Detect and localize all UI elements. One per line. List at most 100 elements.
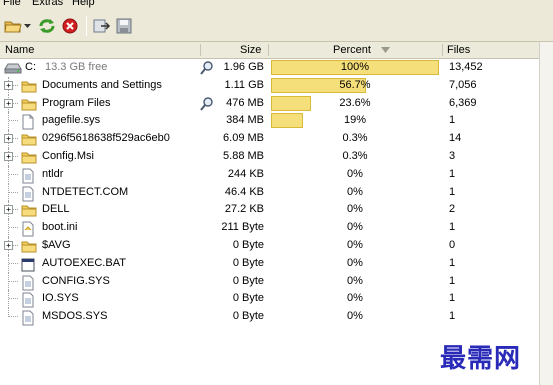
item-name[interactable]: Documents and Settings xyxy=(42,79,162,91)
item-name[interactable]: ntldr xyxy=(42,168,63,180)
menu-file[interactable]: File xyxy=(3,0,21,8)
stop-button[interactable] xyxy=(61,17,79,35)
open-folder-button[interactable] xyxy=(4,17,22,35)
column-percent[interactable]: Percent xyxy=(333,42,371,58)
item-file-count: 14 xyxy=(449,132,462,145)
item-percent: 0% xyxy=(347,185,363,198)
expand-toggle[interactable]: + xyxy=(4,80,13,90)
tree-line xyxy=(9,191,18,193)
item-name[interactable]: CONFIG.SYS xyxy=(42,275,110,287)
item-percent: 0.3% xyxy=(342,149,368,162)
folder-icon xyxy=(21,132,37,146)
item-name[interactable]: NTDETECT.COM xyxy=(42,186,128,198)
item-name[interactable]: Config.Msi xyxy=(42,150,94,162)
save-button[interactable] xyxy=(115,17,133,35)
tree-row[interactable]: MSDOS.SYS 0 Byte 0% 1 xyxy=(0,308,539,326)
column-divider[interactable] xyxy=(200,44,201,56)
tree-line xyxy=(9,280,18,282)
folder-icon xyxy=(21,239,37,253)
item-size: 0 Byte xyxy=(232,292,264,305)
column-files[interactable]: Files xyxy=(447,42,470,58)
item-name[interactable]: $AVG xyxy=(42,239,71,251)
item-size: 46.4 KB xyxy=(224,185,264,198)
column-divider[interactable] xyxy=(268,44,269,56)
item-percent: 0% xyxy=(347,274,363,287)
watermark: 最需网 xyxy=(440,344,522,374)
tree-row[interactable]: + Documents and Settings 1.11 GB 56.7% 7,056 xyxy=(0,76,539,95)
item-name[interactable]: DELL xyxy=(42,203,70,215)
item-name[interactable]: AUTOEXEC.BAT xyxy=(42,257,126,269)
column-name[interactable]: Name xyxy=(5,42,34,58)
item-file-count: 7,056 xyxy=(449,78,477,91)
item-name[interactable]: IO.SYS xyxy=(42,292,79,304)
column-header: Name Size Percent Files xyxy=(0,42,539,59)
tree-row[interactable]: pagefile.sys 384 MB 19% 1 xyxy=(0,112,539,131)
folder-icon xyxy=(21,97,37,111)
tree-row[interactable]: + Program Files 476 MB 23.6% 6,369 xyxy=(0,94,539,113)
item-name[interactable]: Program Files xyxy=(42,97,110,109)
item-file-count: 2 xyxy=(449,203,456,216)
search-icon[interactable] xyxy=(200,61,214,75)
item-file-count: 1 xyxy=(449,292,456,305)
expand-toggle[interactable]: + xyxy=(4,205,13,215)
export-button[interactable] xyxy=(93,17,111,35)
item-percent: 23.6% xyxy=(339,96,371,109)
stop-icon xyxy=(62,18,78,34)
tree-row[interactable]: IO.SYS 0 Byte 0% 1 xyxy=(0,290,539,309)
menu-extras[interactable]: Extras xyxy=(32,0,63,8)
save-icon xyxy=(116,18,132,34)
free-space-label: 13.3 GB free xyxy=(45,61,108,73)
vertical-scrollbar[interactable] xyxy=(539,42,553,385)
tree-row[interactable]: C: 13.3 GB free 1.96 GB 100% 13,452 xyxy=(0,59,539,77)
toolbar-separator xyxy=(86,16,87,36)
tree-row[interactable]: NTDETECT.COM 46.4 KB 0% 1 xyxy=(0,183,539,202)
item-percent: 56.7% xyxy=(339,78,371,91)
drive-icon xyxy=(4,61,22,75)
dropdown-arrow-icon xyxy=(24,24,31,28)
menu-help[interactable]: Help xyxy=(72,0,95,8)
tree-row[interactable]: AUTOEXEC.BAT 0 Byte 0% 1 xyxy=(0,254,539,273)
file-icon xyxy=(21,114,37,130)
item-name[interactable]: 0296f5618638f529ac6eb0 xyxy=(42,132,170,144)
expand-toggle[interactable]: + xyxy=(4,98,13,108)
item-name[interactable]: pagefile.sys xyxy=(42,114,100,126)
tree-row[interactable]: + $AVG 0 Byte 0% 0 xyxy=(0,236,539,255)
open-dropdown-button[interactable] xyxy=(23,17,33,35)
item-size: 0 Byte xyxy=(232,274,264,287)
expand-toggle[interactable]: + xyxy=(4,240,13,250)
item-file-count: 13,452 xyxy=(449,61,483,73)
expand-toggle[interactable]: + xyxy=(4,151,13,161)
tree-row[interactable]: ntldr 244 KB 0% 1 xyxy=(0,165,539,184)
item-percent: 0% xyxy=(347,292,363,305)
tree-row[interactable]: CONFIG.SYS 0 Byte 0% 1 xyxy=(0,272,539,291)
folder-icon xyxy=(21,150,37,164)
toolbar xyxy=(0,10,553,42)
item-percent: 19% xyxy=(343,114,367,127)
column-divider[interactable] xyxy=(442,44,443,56)
item-name[interactable]: MSDOS.SYS xyxy=(42,310,107,322)
item-size: 244 KB xyxy=(227,167,264,180)
column-size[interactable]: Size xyxy=(240,42,261,58)
system-file-icon xyxy=(21,292,37,308)
tree-list: C: 13.3 GB free 1.96 GB 100% 13,452 + Document… xyxy=(0,59,539,326)
item-name[interactable]: boot.ini xyxy=(42,221,77,233)
item-size: 0 Byte xyxy=(232,238,264,251)
tree-row[interactable]: +0296f5618638f529ac6eb0 6.09 MB 0.3% 14 xyxy=(0,130,539,148)
system-file-icon xyxy=(21,186,37,202)
tree-row[interactable]: + Config.Msi 5.88 MB 0.3% 3 xyxy=(0,147,539,166)
item-file-count: 3 xyxy=(449,149,456,162)
item-percent: 0.3% xyxy=(342,132,368,145)
system-file-icon xyxy=(21,310,37,326)
expand-toggle[interactable]: + xyxy=(4,134,13,144)
item-file-count: 1 xyxy=(449,256,456,269)
item-percent: 0% xyxy=(347,310,363,323)
search-icon[interactable] xyxy=(200,96,214,111)
refresh-icon xyxy=(39,19,55,33)
ini-file-icon xyxy=(21,221,37,237)
tree-row[interactable]: + DELL 27.2 KB 0% 2 xyxy=(0,201,539,220)
refresh-button[interactable] xyxy=(38,17,56,35)
tree-line xyxy=(9,120,18,122)
tree-row[interactable]: boot.ini 211 Byte 0% 1 xyxy=(0,219,539,237)
system-file-icon xyxy=(21,168,37,184)
item-name[interactable]: C: xyxy=(25,61,36,73)
